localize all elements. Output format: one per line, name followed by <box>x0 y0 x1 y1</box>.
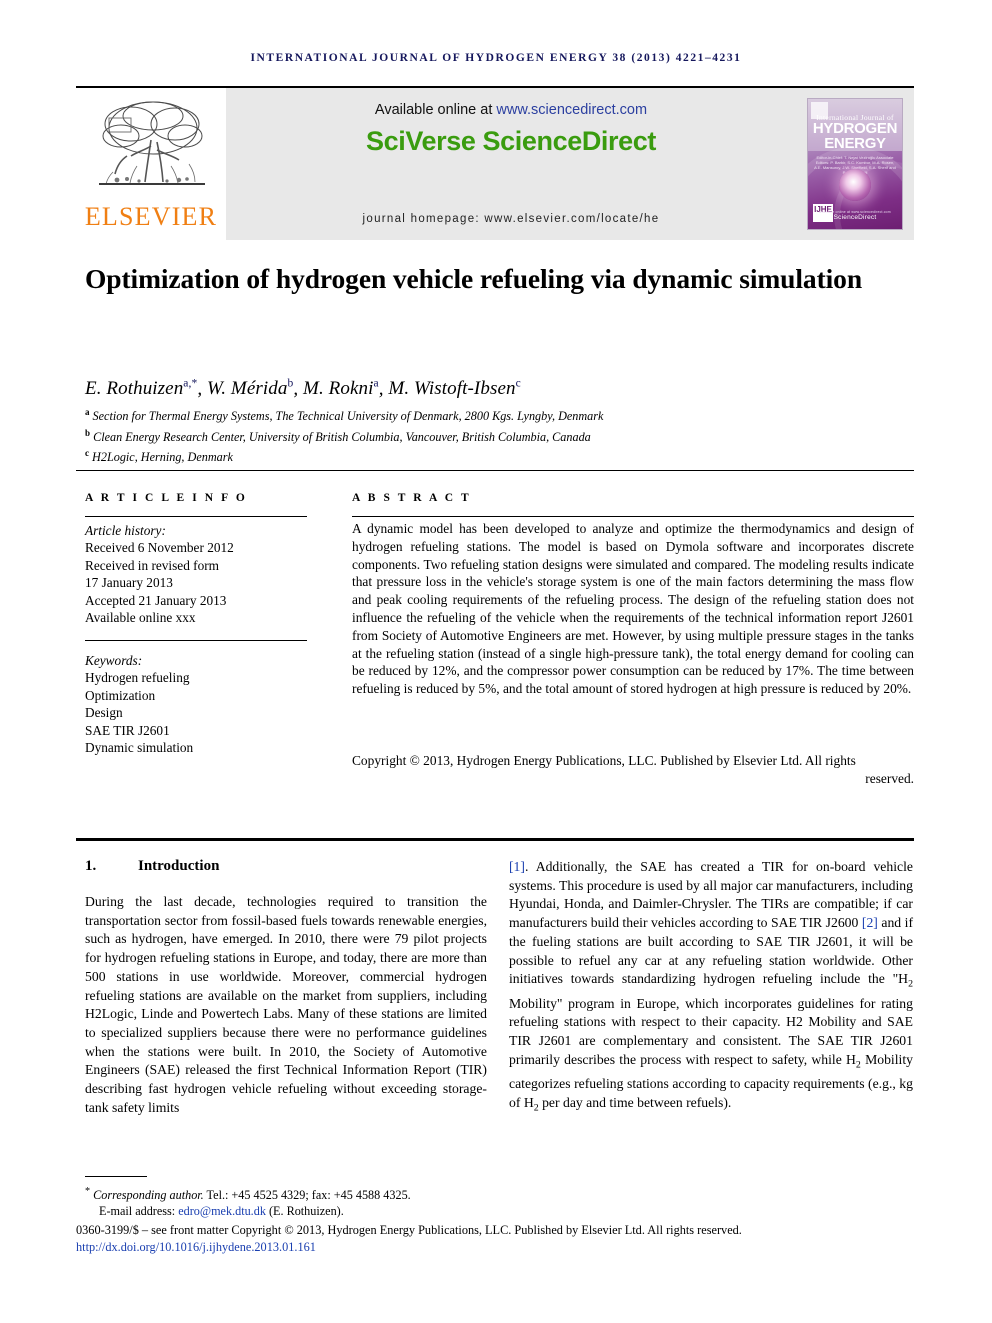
intro-left-column: During the last decade, technologies req… <box>85 894 487 1115</box>
divider-below-abstract <box>76 838 914 841</box>
affiliation-b: b Clean Energy Research Center, Universi… <box>85 425 905 446</box>
elsevier-tree-icon <box>99 101 205 185</box>
author-4: M. Wistoft-Ibsenc <box>388 378 520 399</box>
author-1: E. Rothuizena,* <box>85 378 197 399</box>
email-owner: (E. Rothuizen). <box>265 1204 344 1219</box>
keyword-item: SAE TIR J2601 <box>85 722 170 738</box>
author-4-marks: c <box>515 378 521 390</box>
keyword-item: Hydrogen refueling <box>85 670 190 686</box>
keywords-label: Keywords: <box>85 653 143 668</box>
cover-sciencedirect-logo: available online at www.sciencedirect.co… <box>808 210 902 221</box>
article-history: Article history: Received 6 November 201… <box>85 522 310 626</box>
elsevier-logo: ELSEVIER <box>76 88 226 240</box>
doi-link[interactable]: http://dx.doi.org/10.1016/j.ijhydene.201… <box>76 1240 316 1255</box>
copyright-tail: reserved. <box>865 770 914 786</box>
abstract-copyright: Copyright © 2013, Hydrogen Energy Public… <box>352 752 914 788</box>
running-head: International Journal of Hydrogen Energy… <box>250 52 742 64</box>
keywords-block: Keywords: Hydrogen refueling Optimizatio… <box>85 652 310 756</box>
divider-abstract-top <box>352 516 914 517</box>
history-item: Available online xxx <box>85 610 196 626</box>
history-item: Received 6 November 2012 <box>85 540 234 556</box>
journal-cover-art: International Journal of HYDROGEN ENERGY… <box>807 98 903 230</box>
reference-link-2[interactable]: [2] <box>862 915 878 930</box>
affiliation-b-text: Clean Energy Research Center, University… <box>93 429 591 444</box>
affiliation-c-text: H2Logic, Herning, Denmark <box>92 450 233 465</box>
affiliation-c: c H2Logic, Herning, Denmark <box>85 445 905 466</box>
abstract-text: A dynamic model has been developed to an… <box>352 521 914 697</box>
email-address-link[interactable]: edro@mek.dtu.dk <box>178 1204 266 1218</box>
corresponding-contact: Tel.: +45 4525 4329; fax: +45 4588 4325. <box>203 1188 411 1203</box>
sciencedirect-url[interactable]: www.sciencedirect.com <box>496 102 647 118</box>
right-col-part1: . Additionally, the SAE has created a TI… <box>509 859 913 931</box>
footnote-star: * <box>85 1186 91 1197</box>
journal-homepage-line[interactable]: journal homepage: www.elsevier.com/locat… <box>226 213 796 225</box>
right-col-part5: per day and time between refuels). <box>538 1094 732 1110</box>
author-3-marks: a <box>373 378 379 390</box>
cover-energy-word: ENERGY <box>824 135 886 152</box>
abstract-heading: A B S T R A C T <box>352 492 472 504</box>
masthead: ELSEVIER Available online at www.science… <box>76 86 914 240</box>
section-title: Introduction <box>138 858 220 874</box>
history-item: Received in revised form <box>85 557 220 573</box>
email-label: E-mail address: <box>99 1204 179 1219</box>
right-col-part3: Mobility" program in Europe, which incor… <box>509 995 913 1067</box>
h2-subscript: 2 <box>908 978 913 990</box>
affiliation-list: a Section for Thermal Energy Systems, Th… <box>85 404 905 466</box>
available-online-line: Available online at www.sciencedirect.co… <box>226 102 796 118</box>
author-2: W. Méridab <box>207 378 293 399</box>
author-3: M. Roknia <box>303 378 379 399</box>
elsevier-wordmark: ELSEVIER <box>84 202 218 231</box>
author-3-name: M. Rokni <box>303 378 374 400</box>
journal-cover-thumbnail: International Journal of HYDROGEN ENERGY… <box>796 88 914 240</box>
divider-above-info <box>76 470 914 471</box>
affiliation-a: a Section for Thermal Energy Systems, Th… <box>85 404 905 425</box>
author-2-marks: b <box>287 378 294 390</box>
author-list: E. Rothuizena,*, W. Méridab, M. Roknia, … <box>85 378 521 400</box>
history-item: Accepted 21 January 2013 <box>85 592 227 608</box>
cover-sd-word: ScienceDirect <box>833 214 877 221</box>
affiliation-c-mark: c <box>85 448 89 459</box>
keyword-item: Optimization <box>85 687 156 703</box>
article-info-heading: A R T I C L E I N F O <box>85 492 248 504</box>
author-1-name: E. Rothuizen <box>85 378 184 400</box>
author-4-name: M. Wistoft-Ibsen <box>388 378 516 400</box>
intro-right-column: [1]. Additionally, the SAE has created a… <box>509 858 913 1118</box>
history-label: Article history: <box>85 523 166 538</box>
keyword-item: Design <box>85 705 123 721</box>
author-2-name: W. Mérida <box>207 378 288 400</box>
section-number: 1. <box>85 858 97 874</box>
reference-link-1[interactable]: [1] <box>509 859 525 874</box>
copyright-main: Copyright © 2013, Hydrogen Energy Public… <box>352 753 856 768</box>
affiliation-a-text: Section for Thermal Energy Systems, The … <box>92 409 604 424</box>
divider-info-keywords <box>85 640 307 641</box>
divider-info-top <box>85 516 307 517</box>
article-title: Optimization of hydrogen vehicle refueli… <box>85 263 863 294</box>
available-online-prefix: Available online at <box>374 102 497 118</box>
issn-copyright-line: 0360-3199/$ – see front matter Copyright… <box>76 1223 742 1237</box>
sciverse-sciencedirect-logo: SciVerse ScienceDirect <box>366 126 656 156</box>
keyword-item: Dynamic simulation <box>85 740 194 756</box>
cover-sphere-graphic <box>839 169 871 201</box>
author-1-marks: a,* <box>183 378 198 390</box>
footnote-rule <box>85 1176 147 1177</box>
affiliation-a-mark: a <box>85 407 90 417</box>
sciencedirect-banner: Available online at www.sciencedirect.co… <box>226 88 796 240</box>
corresponding-author-note: * Corresponding author. Tel.: +45 4525 4… <box>85 1184 515 1220</box>
cover-title-line2: HYDROGEN ENERGY <box>808 121 902 151</box>
corresponding-label: Corresponding author. <box>93 1188 204 1203</box>
affiliation-b-mark: b <box>85 427 91 438</box>
journal-article-page: International Journal of Hydrogen Energy… <box>0 0 992 1323</box>
history-item: 17 January 2013 <box>85 575 173 591</box>
